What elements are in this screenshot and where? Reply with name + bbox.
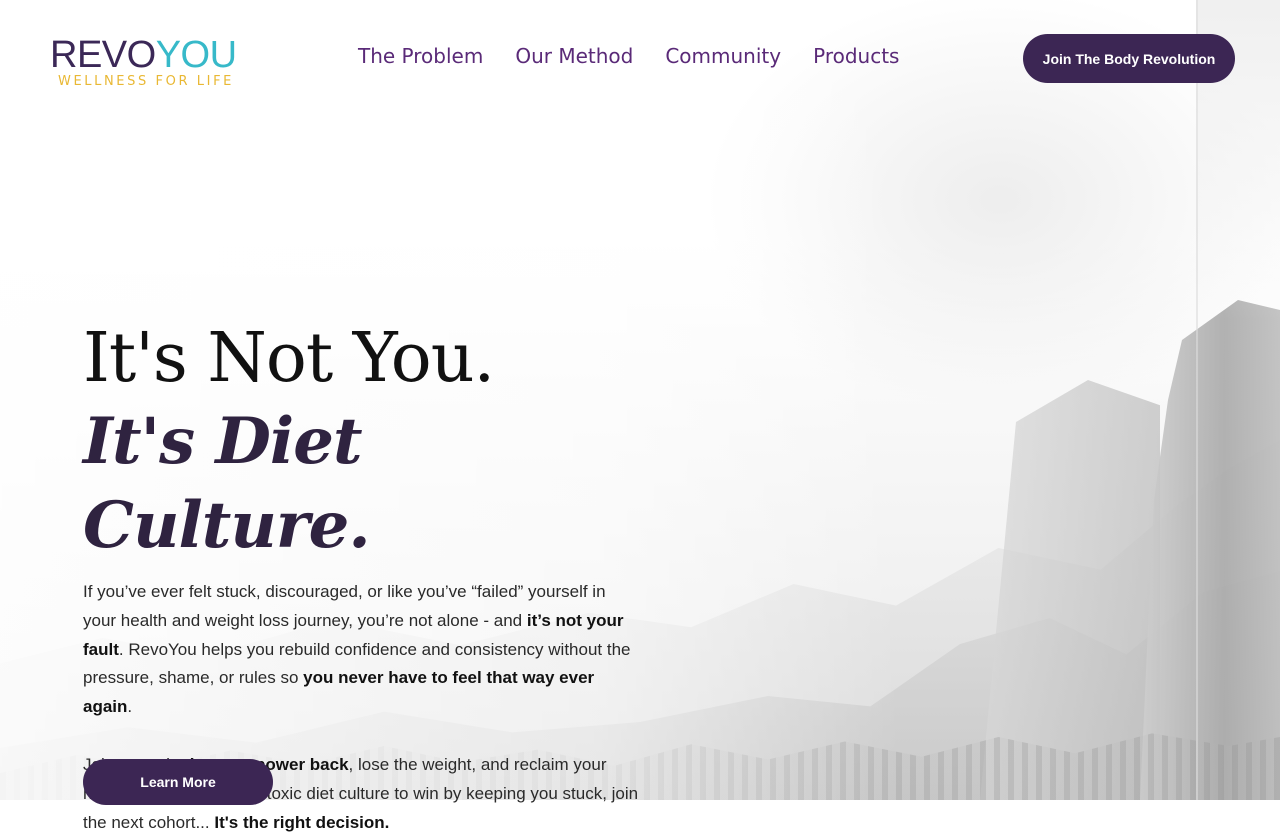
logo-tagline: WELLNESS FOR LIFE <box>58 74 234 89</box>
revoyou-logo[interactable]: REVOYOU WELLNESS FOR LIFE <box>50 36 250 90</box>
para1-text-3: . <box>127 697 133 717</box>
hero-subtitle: It's Diet Culture. <box>83 404 371 563</box>
logo-word-you: YOU <box>155 34 237 76</box>
nav-item-community[interactable]: Community <box>665 42 781 70</box>
site-header: REVOYOU WELLNESS FOR LIFE The Problem Ou… <box>0 0 1280 115</box>
nav-item-the-problem[interactable]: The Problem <box>358 42 483 70</box>
logo-word-revo: REVO <box>50 34 156 76</box>
learn-more-button[interactable]: Learn More <box>83 759 273 805</box>
nav-item-products[interactable]: Products <box>813 42 899 70</box>
hero-section: It's Not You. It's Diet Culture. If you’… <box>83 318 663 837</box>
hero-paragraph-1: If you’ve ever felt stuck, discouraged, … <box>83 578 643 722</box>
join-revolution-button[interactable]: Join The Body Revolution <box>1023 34 1235 83</box>
logo-wordmark: REVOYOU <box>50 36 250 74</box>
nav-item-our-method[interactable]: Our Method <box>515 42 633 70</box>
hero-title: It's Not You. <box>83 319 495 398</box>
main-nav: The Problem Our Method Community Product… <box>358 42 931 70</box>
para2-bold-2: It's the right decision. <box>214 812 390 832</box>
